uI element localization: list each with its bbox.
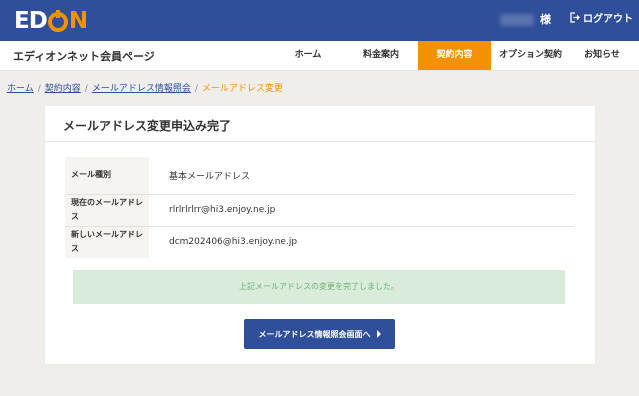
table-row: 新しいメールアドレス dcm202406@hi3.enjoy.ne.jp: [65, 226, 574, 258]
arrow-right-icon: [376, 330, 381, 338]
nav-news[interactable]: お知らせ: [572, 41, 632, 70]
row-value-new-email: dcm202406@hi3.enjoy.ne.jp: [169, 237, 298, 248]
logout-button[interactable]: ログアウト: [569, 10, 633, 25]
mail-info-button[interactable]: メールアドレス情報照会画面へ: [244, 319, 395, 349]
breadcrumb-home[interactable]: ホーム: [7, 84, 34, 94]
breadcrumb: ホーム / 契約内容 / メールアドレス情報照会 / メールアドレス変更: [7, 84, 283, 94]
completion-card: メールアドレス変更申込み完了 メール種別 基本メールアドレス 現在のメールアドレ…: [45, 106, 595, 364]
top-header: ED N 様 ログアウト: [0, 0, 639, 41]
page-title: メールアドレス変更申込み完了: [63, 119, 232, 133]
info-table: メール種別 基本メールアドレス 現在のメールアドレス rlrlrlrlrr@hi…: [65, 157, 574, 258]
nav-contract[interactable]: 契約内容: [418, 41, 491, 70]
logout-label: ログアウト: [583, 14, 633, 25]
table-row: 現在のメールアドレス rlrlrlrlrr@hi3.enjoy.ne.jp: [65, 194, 574, 227]
logo-ring-icon: [47, 9, 68, 32]
edion-logo[interactable]: ED N: [14, 8, 88, 34]
breadcrumb-mail-info[interactable]: メールアドレス情報照会: [92, 84, 191, 94]
breadcrumb-contract[interactable]: 契約内容: [45, 84, 81, 94]
user-honorific: 様: [540, 13, 551, 26]
success-notice: 上記メールアドレスの変更を完了しました。: [73, 270, 565, 304]
main-nav: エディオンネット会員ページ ホーム 料金案内 契約内容 オプション契約 お知らせ: [0, 41, 639, 71]
table-row: メール種別 基本メールアドレス: [65, 157, 574, 195]
logout-icon: [569, 12, 580, 23]
row-label-current-email: 現在のメールアドレス: [65, 194, 149, 227]
nav-home[interactable]: ホーム: [278, 41, 338, 70]
nav-pricing[interactable]: 料金案内: [350, 41, 412, 70]
divider: [45, 141, 595, 142]
row-value-current-email: rlrlrlrlrr@hi3.enjoy.ne.jp: [149, 194, 574, 227]
row-value-mail-type: 基本メールアドレス: [149, 157, 574, 195]
mail-info-button-label: メールアドレス情報照会画面へ: [258, 329, 371, 339]
row-label-mail-type: メール種別: [65, 157, 149, 195]
nav-options[interactable]: オプション契約: [491, 41, 570, 70]
row-label-new-email: 新しいメールアドレス: [65, 226, 149, 258]
breadcrumb-current: メールアドレス変更: [201, 84, 283, 94]
user-name-redacted: [500, 14, 534, 26]
site-title: エディオンネット会員ページ: [13, 50, 155, 63]
